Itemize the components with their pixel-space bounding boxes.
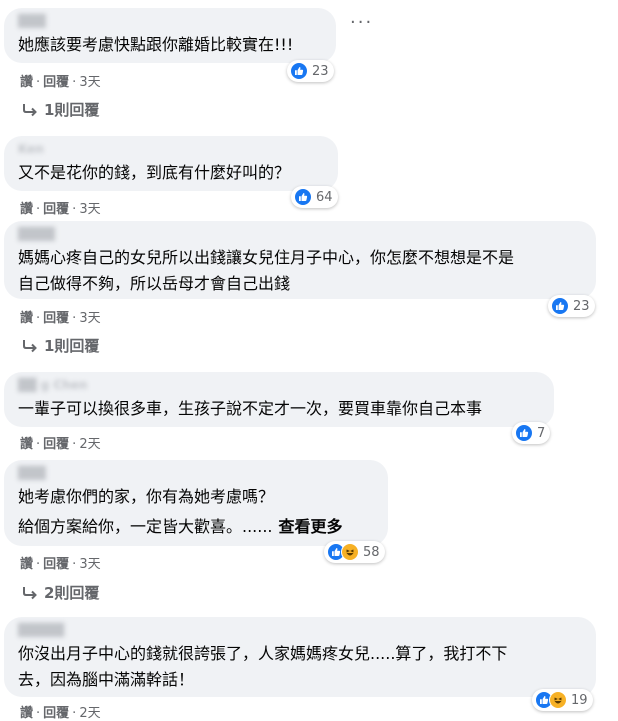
reply-button[interactable]: 回覆 — [43, 706, 69, 721]
reaction-badge[interactable]: 7 — [512, 422, 551, 444]
comment-text-line: 給個方案給你，一定皆大歡喜。...... 查看更多 — [18, 514, 374, 540]
comment: ███ 她應該要考慮快點跟你離婚比較實在!!! 23 — [4, 8, 336, 82]
reply-button[interactable]: 回覆 — [43, 311, 69, 326]
reaction-count: 7 — [537, 425, 546, 441]
reaction-badge[interactable]: 23 — [287, 60, 334, 82]
reaction-count: 64 — [316, 189, 333, 205]
reply-count-label: 2則回覆 — [44, 584, 100, 602]
more-options-icon[interactable]: ··· — [350, 14, 373, 32]
comment-timestamp[interactable]: 3天 — [79, 557, 100, 572]
like-button[interactable]: 讚 — [20, 311, 33, 326]
comment-text-line: 你沒出月子中心的錢就很誇張了，人家媽媽疼女兒.....算了，我打不下 — [18, 644, 508, 663]
reaction-count: 23 — [312, 63, 329, 79]
view-replies-button[interactable]: 1則回覆 — [22, 99, 99, 120]
reply-button[interactable]: 回覆 — [43, 75, 69, 90]
separator: · — [36, 706, 41, 721]
reaction-badge[interactable]: 64 — [291, 186, 338, 208]
comment-author[interactable]: ███ — [18, 14, 322, 30]
separator: · — [72, 311, 77, 326]
separator: · — [36, 557, 41, 572]
like-button[interactable]: 讚 — [20, 557, 33, 572]
comment-actions: 讚 · 回覆 · 3天 — [20, 198, 101, 217]
comment: █████ 你沒出月子中心的錢就很誇張了，人家媽媽疼女兒.....算了，我打不下… — [4, 617, 596, 711]
reply-count-label: 1則回覆 — [44, 101, 100, 119]
comment-bubble: ██ g Chen 一輩子可以換很多車，生孩子說不定才一次，要買車靠你自己本事 … — [4, 372, 554, 444]
like-button[interactable]: 讚 — [20, 75, 33, 90]
like-reaction-icon — [551, 297, 569, 315]
reaction-badge[interactable]: 19 — [532, 689, 593, 711]
separator: · — [36, 75, 41, 90]
comment-text-line: 一輩子可以換很多車，生孩子說不定才一次，要買車靠你自己本事 — [18, 399, 483, 418]
comment-text-line: 她考慮你們的家，你有為她考慮嗎？ — [18, 487, 275, 506]
reaction-count: 58 — [363, 544, 380, 560]
comment-text-line: 去，因為腦中滿滿幹話！ — [18, 670, 195, 689]
reaction-count: 19 — [571, 692, 588, 708]
comment-timestamp[interactable]: 3天 — [79, 202, 100, 217]
comment-bubble: ███ 她應該要考慮快點跟你離婚比較實在!!! 23 — [4, 8, 336, 82]
like-button[interactable]: 讚 — [20, 437, 33, 452]
reply-arrow-icon — [23, 339, 37, 352]
comment: ████ 媽媽心疼自己的女兒所以出錢讓女兒住月子中心，你怎麼不想想是不是 自己做… — [4, 221, 596, 317]
reaction-badge[interactable]: 23 — [548, 295, 595, 317]
comment-timestamp[interactable]: 3天 — [79, 311, 100, 326]
comment-actions: 讚 · 回覆 · 3天 — [20, 71, 101, 90]
reply-button[interactable]: 回覆 — [43, 557, 69, 572]
separator: · — [72, 75, 77, 90]
separator: · — [72, 202, 77, 217]
comment-author[interactable]: ██ g Chen — [18, 378, 540, 394]
reaction-count: 23 — [573, 298, 590, 314]
separator: · — [72, 557, 77, 572]
comment-timestamp[interactable]: 3天 — [79, 75, 100, 90]
comment-text-line: 自己做得不夠，所以岳母才會自己出錢 — [18, 274, 291, 293]
reply-button[interactable]: 回覆 — [43, 437, 69, 452]
comment-author[interactable]: Ken — [18, 142, 324, 158]
like-reaction-icon — [294, 188, 312, 206]
reply-count-label: 1則回覆 — [44, 337, 100, 355]
separator: · — [72, 706, 77, 721]
separator: · — [36, 202, 41, 217]
comment-actions: 讚 · 回覆 · 2天 — [20, 433, 101, 452]
comment-author[interactable]: █████ — [18, 623, 582, 639]
like-reaction-icon — [290, 62, 308, 80]
comment-actions: 讚 · 回覆 · 2天 — [20, 702, 101, 721]
comment-timestamp[interactable]: 2天 — [79, 437, 100, 452]
see-more-link[interactable]: 查看更多 — [279, 517, 343, 536]
separator: · — [72, 437, 77, 452]
reply-arrow-icon — [23, 103, 37, 116]
comment-actions: 讚 · 回覆 · 3天 — [20, 307, 101, 326]
comment-text-line: 媽媽心疼自己的女兒所以出錢讓女兒住月子中心，你怎麼不想想是不是 — [18, 248, 515, 267]
separator: · — [36, 437, 41, 452]
comment: ███ 她考慮你們的家，你有為她考慮嗎？ 給個方案給你，一定皆大歡喜。.....… — [4, 460, 388, 563]
comment-text-line: 又不是花你的錢，到底有什麼好叫的？ — [18, 163, 291, 182]
reply-arrow-icon — [23, 586, 37, 599]
comment-timestamp[interactable]: 2天 — [79, 706, 100, 721]
comment-bubble: █████ 你沒出月子中心的錢就很誇張了，人家媽媽疼女兒.....算了，我打不下… — [4, 617, 596, 711]
reaction-badge[interactable]: 58 — [324, 541, 385, 563]
comment-author[interactable]: ████ — [18, 227, 582, 243]
separator: · — [36, 311, 41, 326]
comment-actions: 讚 · 回覆 · 3天 — [20, 553, 101, 572]
comment-text-line: 她應該要考慮快點跟你離婚比較實在!!! — [18, 35, 294, 54]
haha-reaction-icon — [549, 691, 567, 709]
comment-bubble: ███ 她考慮你們的家，你有為她考慮嗎？ 給個方案給你，一定皆大歡喜。.....… — [4, 460, 388, 563]
like-button[interactable]: 讚 — [20, 706, 33, 721]
comment-bubble: ████ 媽媽心疼自己的女兒所以出錢讓女兒住月子中心，你怎麼不想想是不是 自己做… — [4, 221, 596, 317]
haha-reaction-icon — [341, 543, 359, 561]
comment: Ken 又不是花你的錢，到底有什麼好叫的？ 64 — [4, 136, 338, 208]
like-reaction-icon — [515, 424, 533, 442]
comment-author[interactable]: ███ — [18, 466, 374, 482]
comment-bubble: Ken 又不是花你的錢，到底有什麼好叫的？ 64 — [4, 136, 338, 208]
comment-text-fragment: 給個方案給你，一定皆大歡喜。...... — [18, 517, 273, 536]
comment: ██ g Chen 一輩子可以換很多車，生孩子說不定才一次，要買車靠你自己本事 … — [4, 372, 554, 444]
view-replies-button[interactable]: 2則回覆 — [22, 582, 99, 603]
view-replies-button[interactable]: 1則回覆 — [22, 335, 99, 356]
reply-button[interactable]: 回覆 — [43, 202, 69, 217]
like-button[interactable]: 讚 — [20, 202, 33, 217]
